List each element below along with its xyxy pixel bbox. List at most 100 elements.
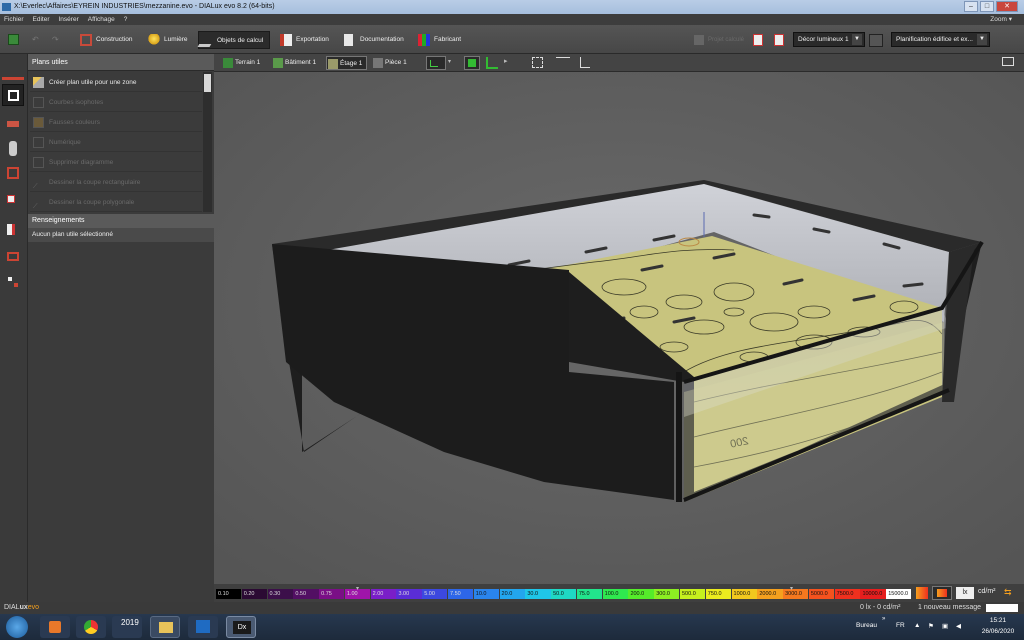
legend-cell: 5000.0 bbox=[808, 589, 835, 599]
minimize-button[interactable]: – bbox=[964, 1, 978, 12]
outlook-icon[interactable] bbox=[188, 616, 218, 638]
dialux-2019-icon[interactable]: 2019 bbox=[112, 616, 142, 638]
isolines-item[interactable]: Courbes isophotes bbox=[30, 93, 202, 112]
legend-cell: 0.10 bbox=[216, 589, 242, 599]
min-slider-handle-icon[interactable]: ▾ bbox=[356, 585, 359, 592]
panel-scrollbar[interactable] bbox=[203, 72, 212, 212]
room-work-plane-tool-icon[interactable] bbox=[2, 84, 24, 106]
tray-chevron-icon[interactable]: » bbox=[882, 616, 885, 622]
legend-cell: 2000.0 bbox=[757, 589, 783, 599]
numeric-icon bbox=[33, 137, 44, 148]
create-work-plane-item[interactable]: Créer plan utile pour une zone bbox=[30, 73, 202, 92]
mode-label: Exportation bbox=[296, 36, 329, 43]
clock-time[interactable]: 15:21 bbox=[978, 617, 1018, 624]
mode-exportation-button[interactable]: Exportation bbox=[278, 31, 335, 49]
light-scene-edit-icon[interactable] bbox=[869, 34, 883, 47]
view-label: Pièce 1 bbox=[385, 59, 407, 66]
false-colors-item[interactable]: Fausses couleurs bbox=[30, 113, 202, 132]
tray-up-icon[interactable]: ▲ bbox=[914, 622, 920, 629]
clock-date[interactable]: 26/06/2020 bbox=[978, 628, 1018, 635]
furniture-tool-icon[interactable] bbox=[2, 114, 24, 136]
undo-icon[interactable]: ↶ bbox=[32, 36, 42, 44]
maximize-button[interactable]: □ bbox=[980, 1, 994, 12]
stop-calc-icon[interactable] bbox=[753, 34, 763, 46]
measure-readout: 0 lx - 0 cd/m² bbox=[860, 604, 901, 611]
horizontal-measure-icon[interactable] bbox=[556, 57, 570, 67]
piece-button[interactable]: Pièce 1 bbox=[372, 56, 411, 70]
light-icon bbox=[148, 34, 160, 46]
rectangle-tool-icon[interactable] bbox=[2, 246, 24, 268]
cube-tool-icon[interactable] bbox=[2, 162, 24, 184]
grid-points-tool-icon[interactable] bbox=[2, 272, 24, 294]
legend-cell: 750.0 bbox=[705, 589, 732, 599]
delete-diagram-item[interactable]: Supprimer diagramme bbox=[30, 153, 202, 172]
message-indicator[interactable] bbox=[986, 604, 1018, 612]
calc-settings-icon[interactable] bbox=[774, 34, 784, 46]
light-scene-dropdown[interactable]: Décor lumineux 1 ▼ bbox=[793, 32, 865, 47]
volume-icon[interactable]: ◀ bbox=[956, 622, 961, 630]
chevron-down-icon: ▼ bbox=[977, 34, 987, 45]
dropdown-value: Décor lumineux 1 bbox=[798, 36, 849, 43]
batiment-button[interactable]: Bâtiment 1 bbox=[272, 56, 320, 70]
window-title: X:\Everlec\Affaires\EYREIN INDUSTRIES\me… bbox=[14, 3, 275, 10]
numeric-item[interactable]: Numérique bbox=[30, 133, 202, 152]
close-button[interactable]: ✕ bbox=[996, 1, 1018, 12]
monitor-icon[interactable] bbox=[1002, 57, 1014, 66]
poly-section-icon: ⟋ bbox=[33, 203, 38, 210]
chevron-right-icon[interactable]: ▸ bbox=[504, 57, 508, 65]
menu-affichage[interactable]: Affichage bbox=[88, 14, 115, 25]
language-indicator[interactable]: FR bbox=[896, 622, 905, 629]
start-button-icon[interactable] bbox=[6, 616, 28, 638]
mode-lumiere-button[interactable]: Lumière bbox=[146, 31, 193, 49]
planification-dropdown[interactable]: Planification édifice et ex... ▼ bbox=[891, 32, 990, 47]
zoom-menu[interactable]: Zoom ▾ bbox=[990, 14, 1012, 25]
legend-cell: 75.0 bbox=[576, 589, 603, 599]
work-plane-tool-icon[interactable] bbox=[2, 58, 24, 80]
cylinder-tool-icon[interactable] bbox=[2, 138, 24, 160]
desktop-toolbar[interactable]: Bureau bbox=[856, 622, 877, 629]
palette-selected-icon[interactable] bbox=[932, 586, 952, 600]
view-axis-icon[interactable] bbox=[426, 56, 446, 70]
solid-view-icon[interactable] bbox=[464, 56, 480, 70]
mode-construction-button[interactable]: Construction bbox=[78, 31, 139, 49]
rect-section-icon: ⟋ bbox=[33, 183, 38, 190]
scrollbar-thumb[interactable] bbox=[204, 74, 211, 92]
mode-fabricant-button[interactable]: Fabricant bbox=[416, 31, 467, 49]
false-color-legend: 0.10 0.20 0.30 0.50 0.75 1.00 2.00 3.00 5.00 7.50… bbox=[214, 584, 1024, 602]
network-icon[interactable]: ▣ bbox=[942, 622, 948, 630]
vertical-measure-icon[interactable] bbox=[580, 57, 590, 68]
dialux-evo-icon[interactable]: Dx bbox=[226, 616, 256, 638]
media-player-icon[interactable] bbox=[40, 616, 70, 638]
unit-lx-button[interactable]: lx bbox=[956, 587, 974, 599]
measure-tool-icon[interactable] bbox=[2, 220, 24, 242]
unit-cd-label[interactable]: cd/m² bbox=[978, 588, 996, 595]
palette-icon[interactable] bbox=[916, 587, 928, 599]
legend-cell: 10.0 bbox=[473, 589, 500, 599]
flag-icon[interactable]: ⚑ bbox=[928, 622, 934, 630]
file-explorer-icon[interactable] bbox=[150, 616, 180, 638]
menu-editer[interactable]: Editer bbox=[33, 14, 50, 25]
wire-view-icon[interactable] bbox=[486, 57, 498, 69]
view-dropdown-chevron-icon[interactable]: ▾ bbox=[448, 58, 451, 65]
mode-documentation-button[interactable]: Documentation bbox=[342, 31, 410, 49]
brand-evo: evo bbox=[27, 604, 40, 611]
menu-inserer[interactable]: Insérer bbox=[59, 14, 79, 25]
max-slider-handle-icon[interactable]: ▾ bbox=[790, 585, 793, 592]
save-icon[interactable] bbox=[8, 34, 19, 45]
fit-view-icon[interactable] bbox=[532, 57, 543, 68]
etage-button[interactable]: Étage 1 bbox=[326, 56, 368, 70]
legend-cell: 500.0 bbox=[680, 589, 706, 599]
menu-help[interactable]: ? bbox=[124, 14, 128, 25]
sensor-tool-icon[interactable] bbox=[2, 192, 24, 214]
mode-objets-calcul-button[interactable]: Objets de calcul bbox=[197, 31, 271, 49]
calc-icon[interactable] bbox=[694, 35, 704, 45]
3d-viewport[interactable]: 200 bbox=[214, 72, 1024, 584]
menu-fichier[interactable]: Fichier bbox=[4, 14, 24, 25]
messages-text[interactable]: 1 nouveau message bbox=[918, 602, 981, 614]
poly-section-item[interactable]: ⟋ Dessiner la coupe polygonale bbox=[30, 193, 202, 212]
redo-icon[interactable]: ↷ bbox=[52, 36, 62, 44]
swap-icon[interactable]: ⇆ bbox=[1004, 586, 1018, 598]
rect-section-item[interactable]: ⟋ Dessiner la coupe rectangulaire bbox=[30, 173, 202, 192]
chrome-icon[interactable] bbox=[76, 616, 106, 638]
terrain-button[interactable]: Terrain 1 bbox=[222, 56, 264, 70]
